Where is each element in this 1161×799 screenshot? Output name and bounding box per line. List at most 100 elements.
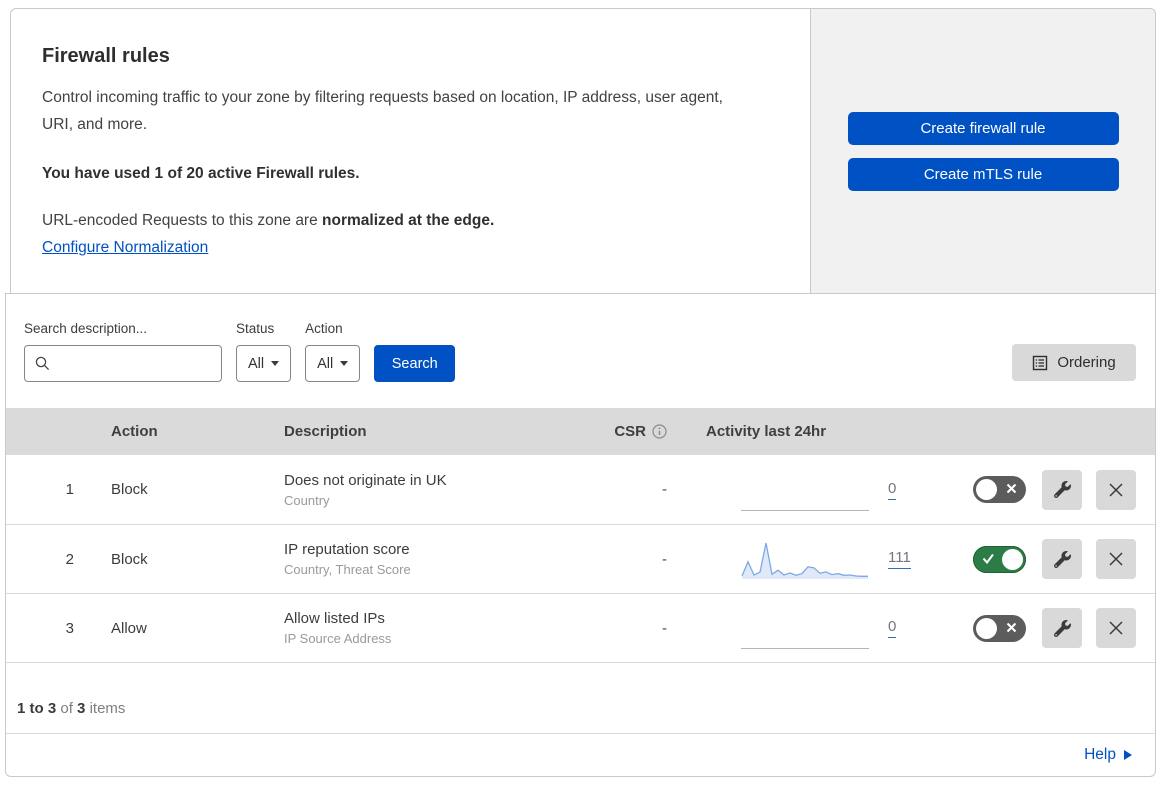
search-input[interactable] [24, 345, 222, 382]
delete-rule-button[interactable] [1096, 608, 1136, 648]
rule-enabled-toggle[interactable] [973, 545, 1026, 573]
rule-fields: IP Source Address [284, 631, 392, 646]
rule-controls [966, 608, 1155, 648]
edit-rule-button[interactable] [1042, 469, 1082, 510]
rule-activity-cell: 111 [673, 538, 966, 580]
column-csr: CSR [558, 423, 673, 440]
pagination-items: items [89, 700, 126, 717]
activity-count-link[interactable]: 111 [888, 549, 911, 569]
rule-priority: 3 [65, 619, 74, 637]
rule-action: Block [111, 481, 148, 498]
table-row: 3 Allow Allow listed IPs IP Source Addre… [6, 593, 1155, 662]
rule-priority: 1 [65, 481, 74, 498]
wrench-icon [1053, 550, 1071, 568]
status-field-group: Status All [236, 321, 292, 382]
normalization-text: URL-encoded Requests to this zone are [42, 212, 323, 230]
toggle-knob [1002, 548, 1023, 570]
rule-controls [966, 469, 1155, 510]
search-button[interactable]: Search [374, 345, 456, 382]
wrench-icon [1053, 619, 1071, 637]
help-link[interactable]: Help [1084, 746, 1132, 764]
action-label: Action [305, 321, 343, 336]
wrench-icon [1053, 481, 1071, 498]
close-icon [1109, 621, 1123, 635]
rules-panel: Search description... Status All Action … [5, 293, 1156, 777]
create-firewall-rule-button[interactable]: Create firewall rule [847, 112, 1119, 145]
list-document-icon [1033, 355, 1048, 370]
status-value: All [248, 355, 265, 372]
filter-bar: Search description... Status All Action … [6, 294, 1155, 408]
rule-csr-value: - [662, 550, 667, 568]
normalization-bold: normalized at the edge. [322, 212, 495, 230]
close-icon [1109, 552, 1123, 566]
rule-priority: 2 [65, 550, 74, 568]
rule-csr-value: - [662, 619, 667, 637]
edit-rule-button[interactable] [1042, 539, 1082, 579]
close-icon [1109, 482, 1123, 497]
search-icon [35, 356, 50, 371]
rule-description-cell: IP reputation score Country, Threat Scor… [268, 541, 558, 577]
chevron-down-icon [271, 361, 280, 366]
column-activity: Activity last 24hr [706, 423, 827, 440]
create-mtls-rule-button[interactable]: Create mTLS rule [847, 158, 1119, 191]
rule-enabled-toggle[interactable] [973, 614, 1026, 642]
header-section: Firewall rules Control incoming traffic … [10, 8, 1156, 293]
table-row: 1 Block Does not originate in UK Country… [6, 455, 1155, 524]
arrow-right-icon [1124, 750, 1132, 760]
column-description: Description [284, 423, 367, 440]
delete-rule-button[interactable] [1096, 469, 1136, 510]
help-label: Help [1084, 746, 1116, 763]
rule-action: Allow [111, 619, 147, 637]
rule-csr-value: - [662, 481, 667, 498]
table-row: 2 Block IP reputation score Country, Thr… [6, 524, 1155, 593]
pagination-of: of [60, 700, 73, 717]
filter-controls: Search description... Status All Action … [24, 321, 456, 382]
rule-fields: Country, Threat Score [284, 562, 411, 577]
toggle-knob [976, 617, 997, 639]
pagination-range: 1 to 3 [17, 700, 57, 717]
column-action: Action [111, 423, 158, 440]
rule-description-cell: Does not originate in UK Country [268, 472, 558, 508]
info-icon[interactable] [652, 424, 667, 439]
status-dropdown[interactable]: All [236, 345, 292, 382]
page-title: Firewall rules [42, 45, 170, 67]
action-dropdown[interactable]: All [305, 345, 361, 382]
rule-description-cell: Allow listed IPs IP Source Address [268, 610, 558, 646]
activity-sparkline [741, 469, 869, 511]
rule-title: Allow listed IPs [284, 610, 385, 627]
activity-sparkline [741, 607, 869, 649]
activity-sparkline [741, 538, 869, 580]
toggle-knob [976, 479, 997, 500]
intro-card: Firewall rules Control incoming traffic … [10, 8, 811, 293]
intro-description: Control incoming traffic to your zone by… [42, 89, 723, 133]
rule-title: Does not originate in UK [284, 471, 447, 489]
pagination-summary: 1 to 3 of 3 items [17, 700, 125, 717]
cta-panel: Create firewall rule Create mTLS rule [811, 8, 1156, 293]
configure-normalization-link[interactable]: Configure Normalization [42, 239, 208, 257]
status-label: Status [236, 321, 275, 336]
table-header: Action Description CSR Activity last 24h… [6, 408, 1155, 455]
ordering-button[interactable]: Ordering [1012, 344, 1136, 381]
action-field-group: Action All [305, 321, 361, 382]
activity-count-link[interactable]: 0 [888, 480, 897, 500]
toggle-check-icon [982, 553, 994, 564]
csr-header-label: CSR [614, 423, 646, 440]
rule-activity-cell: 0 [673, 469, 966, 511]
search-field-group: Search description... [24, 321, 222, 382]
table-footer: 1 to 3 of 3 items [6, 662, 1155, 733]
activity-count-link[interactable]: 0 [888, 618, 897, 638]
edit-rule-button[interactable] [1042, 608, 1082, 648]
rule-action: Block [111, 550, 148, 568]
rule-fields: Country [284, 492, 330, 508]
search-field-label: Search description... [24, 321, 148, 336]
rule-enabled-toggle[interactable] [973, 476, 1026, 503]
rule-title: IP reputation score [284, 541, 410, 558]
delete-rule-button[interactable] [1096, 539, 1136, 579]
toggle-cross-icon [1006, 483, 1017, 494]
help-bar: Help [6, 733, 1155, 776]
rule-controls [966, 539, 1155, 579]
ordering-button-label: Ordering [1057, 354, 1116, 371]
normalization-note: URL-encoded Requests to this zone are no… [42, 212, 770, 230]
rule-activity-cell: 0 [673, 607, 966, 649]
usage-summary: You have used 1 of 20 active Firewall ru… [42, 165, 360, 183]
